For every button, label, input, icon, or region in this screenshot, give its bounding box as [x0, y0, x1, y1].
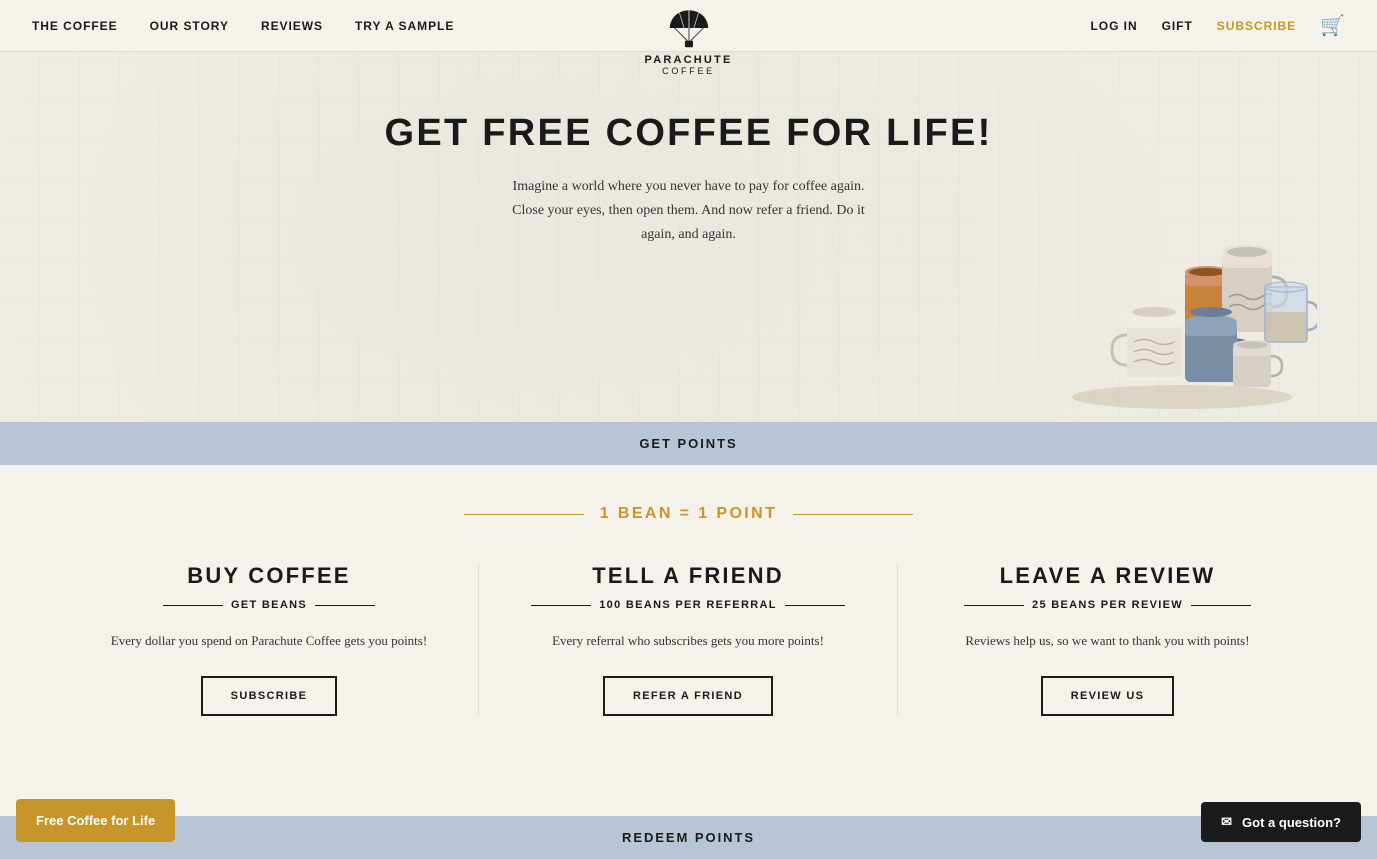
- got-question-button[interactable]: ✉ Got a question?: [1201, 802, 1361, 842]
- free-coffee-toast[interactable]: Free Coffee for Life: [16, 799, 175, 842]
- nav-link-sample[interactable]: TRY A SAMPLE: [355, 19, 454, 33]
- nav-right: LOG IN GIFT SUBSCRIBE 🛒: [1091, 13, 1346, 38]
- card-review-title: LEAVE A REVIEW: [938, 563, 1277, 589]
- brand-logo[interactable]: PARACHUTE COFFEE: [644, 4, 732, 76]
- review-us-button[interactable]: REVIEW US: [1041, 676, 1175, 716]
- card-buy-coffee: BUY COFFEE GET BEANS Every dollar you sp…: [60, 563, 479, 716]
- equation-text: 1 BEAN = 1 POINT: [600, 505, 778, 523]
- brand-name: PARACHUTE: [644, 54, 732, 66]
- mugs-illustration: [1037, 192, 1317, 412]
- nav-link-story[interactable]: OUR STORY: [150, 19, 229, 33]
- subscribe-button[interactable]: SUBSCRIBE: [201, 676, 338, 716]
- nav-link-reviews[interactable]: REVIEWS: [261, 19, 323, 33]
- card-buy-coffee-title: BUY COFFEE: [100, 563, 438, 589]
- points-section: 1 BEAN = 1 POINT BUY COFFEE GET BEANS Ev…: [0, 465, 1377, 776]
- card-tell-friend-subtitle: 100 BEANS PER REFERRAL: [519, 599, 857, 611]
- card-tell-friend-title: TELL A FRIEND: [519, 563, 857, 589]
- refer-friend-button[interactable]: REFER A FRIEND: [603, 676, 773, 716]
- navigation: THE COFFEE OUR STORY REVIEWS TRY A SAMPL…: [0, 0, 1377, 52]
- nav-left: THE COFFEE OUR STORY REVIEWS TRY A SAMPL…: [32, 19, 454, 33]
- nav-login[interactable]: LOG IN: [1091, 19, 1138, 33]
- cards-grid: BUY COFFEE GET BEANS Every dollar you sp…: [60, 563, 1317, 716]
- hero-description: Imagine a world where you never have to …: [499, 175, 879, 246]
- question-label: Got a question?: [1242, 815, 1341, 830]
- nav-gift[interactable]: GIFT: [1162, 19, 1193, 33]
- card-review-desc: Reviews help us, so we want to thank you…: [938, 631, 1277, 652]
- equation-line-left: [464, 514, 584, 515]
- card-review: LEAVE A REVIEW 25 BEANS PER REVIEW Revie…: [898, 563, 1317, 716]
- card-review-subtitle: 25 BEANS PER REVIEW: [938, 599, 1277, 611]
- nav-subscribe[interactable]: SUBSCRIBE: [1217, 19, 1296, 33]
- card-buy-coffee-desc: Every dollar you spend on Parachute Coff…: [100, 631, 438, 652]
- card-tell-friend: TELL A FRIEND 100 BEANS PER REFERRAL Eve…: [479, 563, 898, 716]
- nav-link-coffee[interactable]: THE COFFEE: [32, 19, 118, 33]
- card-buy-coffee-subtitle: GET BEANS: [100, 599, 438, 611]
- bean-equation: 1 BEAN = 1 POINT: [60, 505, 1317, 523]
- hero-section: GET FREE COFFEE FOR LIFE! Imagine a worl…: [0, 52, 1377, 422]
- hero-title: GET FREE COFFEE FOR LIFE!: [32, 112, 1345, 155]
- envelope-icon: ✉: [1221, 814, 1232, 830]
- brand-sub: COFFEE: [662, 66, 715, 76]
- card-tell-friend-desc: Every referral who subscribes gets you m…: [519, 631, 857, 652]
- redeem-points-banner: REDEEM POINTS: [0, 816, 1377, 859]
- cart-icon[interactable]: 🛒: [1320, 13, 1345, 38]
- equation-line-right: [793, 514, 913, 515]
- get-points-banner: GET POINTS: [0, 422, 1377, 465]
